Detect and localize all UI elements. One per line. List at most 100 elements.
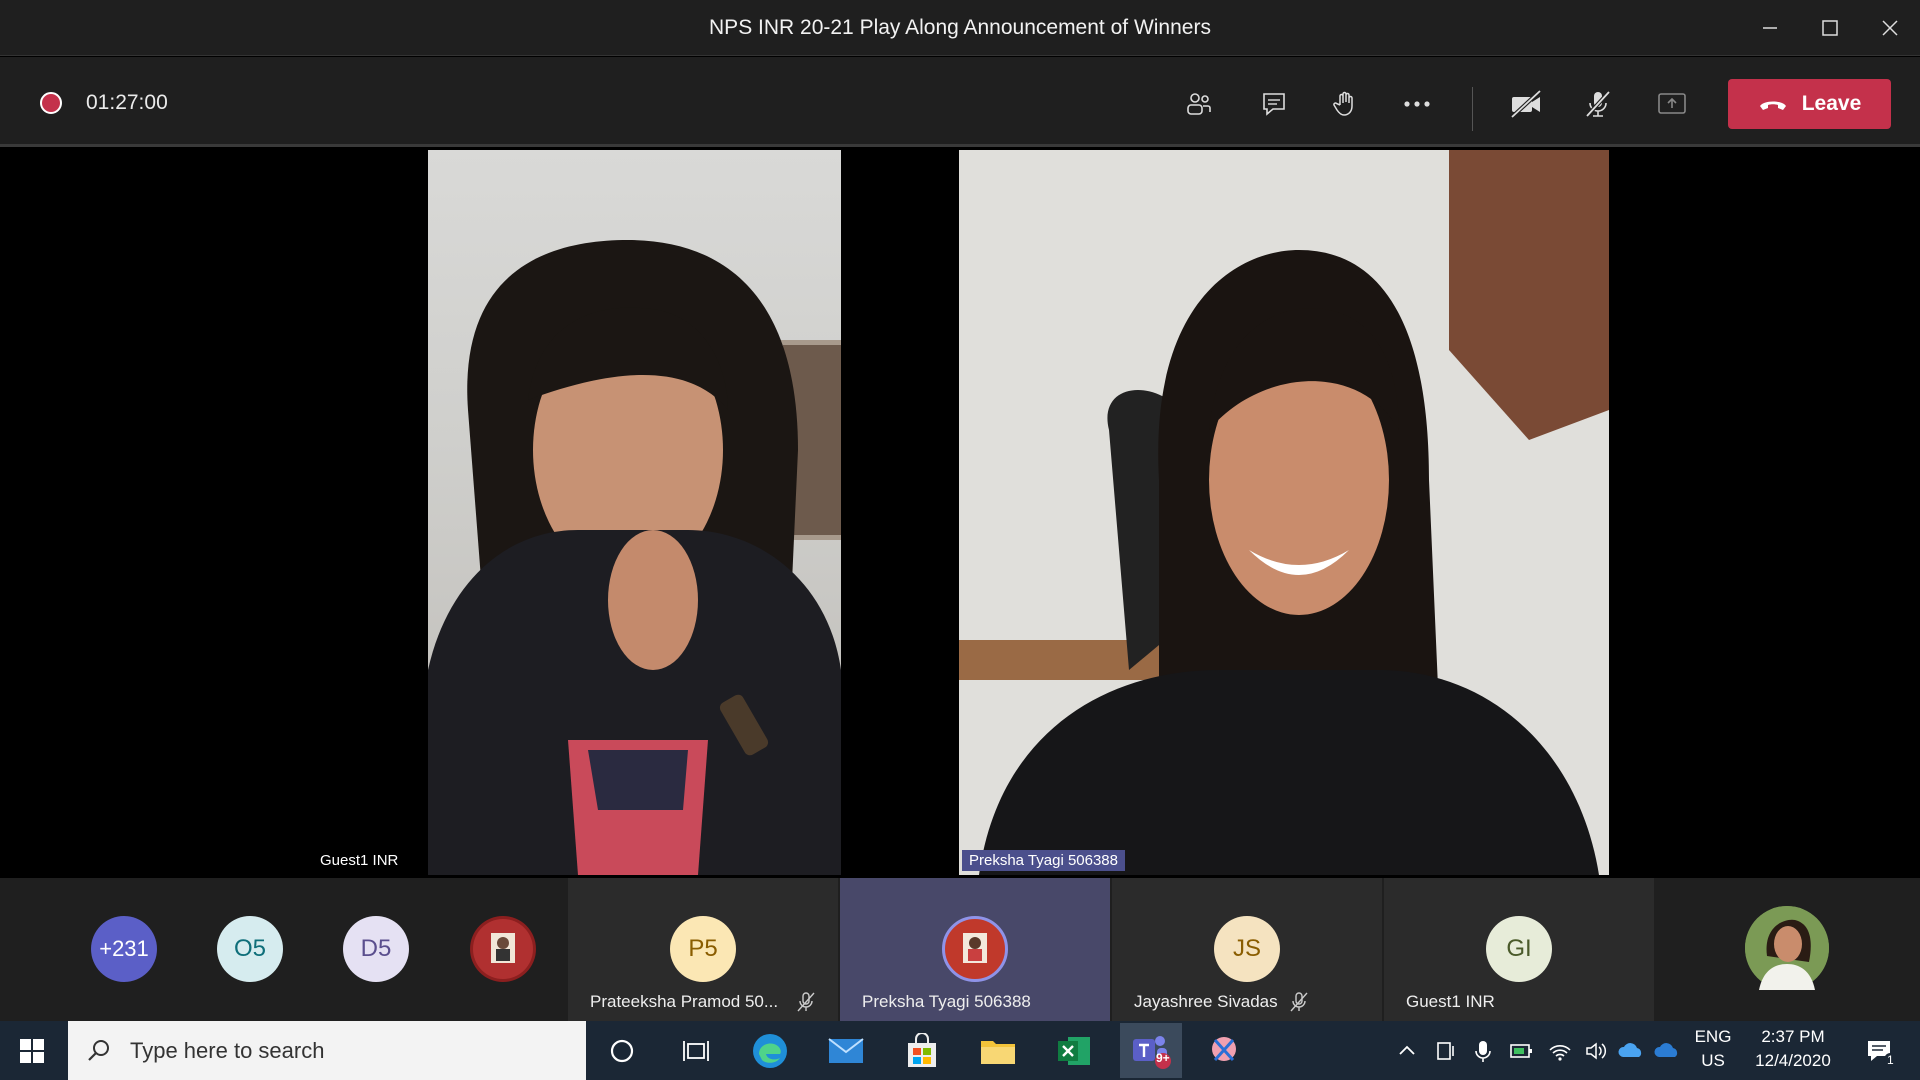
excel-app-button[interactable] bbox=[1054, 1031, 1094, 1071]
tray-battery-button[interactable] bbox=[1508, 1031, 1536, 1071]
participant-name: Jayashree Sivadas bbox=[1134, 992, 1278, 1011]
clock-date: 12/4/2020 bbox=[1755, 1051, 1831, 1070]
store-icon bbox=[908, 1033, 936, 1067]
participant-name: Preksha Tyagi 506388 bbox=[862, 992, 1031, 1011]
mic-off-icon bbox=[797, 992, 815, 1012]
video-name-label: Guest1 INR bbox=[320, 852, 399, 869]
search-placeholder: Type here to search bbox=[130, 1037, 325, 1063]
avatar: JS bbox=[1214, 916, 1280, 982]
mic-off-icon bbox=[1585, 90, 1611, 118]
show-hidden-icons-button[interactable] bbox=[1394, 1031, 1420, 1071]
chat-button[interactable] bbox=[1251, 81, 1297, 127]
video-name-label: Preksha Tyagi 506388 bbox=[962, 850, 1125, 871]
avatar: GI bbox=[1486, 916, 1552, 982]
edge-app-button[interactable] bbox=[750, 1031, 790, 1071]
participant-name: Prateeksha Pramod 50... bbox=[590, 992, 779, 1011]
region-code: US bbox=[1701, 1051, 1725, 1070]
avatar[interactable] bbox=[470, 916, 536, 982]
avatar bbox=[942, 916, 1008, 982]
window-controls bbox=[1740, 0, 1920, 56]
teams-app-button[interactable]: 9+ bbox=[1120, 1023, 1182, 1078]
excel-icon bbox=[1058, 1037, 1090, 1065]
participant-tile-active[interactable]: Preksha Tyagi 506388 bbox=[840, 878, 1110, 1021]
more-participants-button[interactable]: +231 bbox=[91, 916, 157, 982]
edge-icon bbox=[753, 1034, 787, 1068]
close-icon[interactable] bbox=[1860, 0, 1920, 56]
participant-video-feed bbox=[959, 150, 1609, 875]
tray-microphone-button[interactable] bbox=[1470, 1031, 1496, 1071]
windows-logo-icon bbox=[20, 1039, 44, 1063]
snip-tool-button[interactable] bbox=[1204, 1031, 1244, 1071]
task-view-icon bbox=[683, 1041, 709, 1061]
wifi-icon bbox=[1549, 1045, 1571, 1061]
microphone-icon bbox=[1475, 1041, 1491, 1062]
raise-hand-icon bbox=[1333, 91, 1353, 116]
task-view-button[interactable] bbox=[676, 1031, 716, 1071]
participant-tile[interactable]: P5 Prateeksha Pramod 50... bbox=[568, 878, 838, 1021]
meeting-toolbar: 01:27:00 Leave bbox=[0, 57, 1920, 147]
avatar: P5 bbox=[670, 916, 736, 982]
taskbar-search[interactable]: Type here to search bbox=[68, 1021, 586, 1080]
hang-up-icon bbox=[1759, 101, 1786, 110]
cortana-button[interactable] bbox=[602, 1031, 642, 1071]
chevron-up-icon bbox=[1399, 1045, 1415, 1055]
participant-video-feed bbox=[428, 240, 841, 875]
mic-toggle-button[interactable] bbox=[1575, 81, 1621, 127]
leave-button[interactable]: Leave bbox=[1728, 79, 1891, 129]
avatar[interactable]: O5 bbox=[217, 916, 283, 982]
self-avatar[interactable] bbox=[1745, 906, 1829, 990]
mail-app-button[interactable] bbox=[826, 1031, 866, 1071]
avatar[interactable]: D5 bbox=[343, 916, 409, 982]
maximize-icon[interactable] bbox=[1800, 0, 1860, 56]
minimize-icon[interactable] bbox=[1740, 0, 1800, 56]
notification-count: 1 bbox=[1884, 1053, 1897, 1067]
window-title: NPS INR 20-21 Play Along Announcement of… bbox=[709, 15, 1211, 39]
camera-off-icon bbox=[1510, 89, 1542, 119]
tray-volume-button[interactable] bbox=[1582, 1031, 1610, 1071]
video-stage: Guest1 INR Preksha Tyagi 506388 bbox=[0, 150, 1920, 875]
mail-icon bbox=[828, 1038, 864, 1063]
raise-hand-button[interactable] bbox=[1322, 81, 1368, 127]
teams-badge: 9+ bbox=[1156, 1051, 1170, 1065]
tray-onedrive-button[interactable] bbox=[1616, 1031, 1646, 1071]
more-options-icon bbox=[1404, 101, 1430, 107]
share-icon bbox=[1658, 93, 1686, 114]
recording-indicator-icon bbox=[40, 92, 62, 114]
search-icon bbox=[88, 1039, 109, 1061]
participant-video-2[interactable] bbox=[959, 150, 1609, 875]
store-app-button[interactable] bbox=[902, 1031, 942, 1071]
cortana-icon bbox=[610, 1039, 634, 1063]
more-options-button[interactable] bbox=[1394, 81, 1440, 127]
participant-tile[interactable]: GI Guest1 INR bbox=[1384, 878, 1654, 1021]
participant-tile[interactable]: JS Jayashree Sivadas bbox=[1112, 878, 1382, 1021]
camera-toggle-button[interactable] bbox=[1503, 81, 1549, 127]
share-button[interactable] bbox=[1649, 81, 1695, 127]
title-bar: NPS INR 20-21 Play Along Announcement of… bbox=[0, 0, 1920, 56]
onedrive-icon bbox=[1654, 1043, 1678, 1057]
onedrive-icon bbox=[1618, 1043, 1642, 1057]
participant-video-1[interactable] bbox=[428, 150, 841, 875]
mic-off-icon bbox=[1290, 992, 1308, 1012]
tray-onedrive-business-button[interactable] bbox=[1652, 1031, 1682, 1071]
file-explorer-button[interactable] bbox=[978, 1031, 1018, 1071]
clock[interactable]: 2:37 PM 12/4/2020 bbox=[1742, 1027, 1844, 1071]
folder-icon bbox=[981, 1041, 1015, 1064]
windows-taskbar: Type here to search 9+ ENG US 2:37 PM 12… bbox=[0, 1021, 1920, 1080]
meeting-timer: 01:27:00 bbox=[86, 91, 168, 114]
participants-button[interactable] bbox=[1176, 81, 1222, 127]
clock-time: 2:37 PM bbox=[1761, 1027, 1825, 1046]
participant-name: Guest1 INR bbox=[1406, 992, 1495, 1011]
participants-icon bbox=[1187, 93, 1211, 115]
start-button[interactable] bbox=[12, 1031, 52, 1071]
chat-icon bbox=[1263, 93, 1285, 116]
device-icon bbox=[1437, 1042, 1454, 1060]
toolbar-divider bbox=[1472, 87, 1473, 131]
tray-wifi-button[interactable] bbox=[1546, 1031, 1574, 1071]
snipping-tool-icon bbox=[1212, 1037, 1236, 1062]
profile-photo-icon bbox=[946, 920, 1004, 978]
input-language[interactable]: ENG US bbox=[1690, 1027, 1736, 1071]
profile-photo-icon bbox=[1745, 906, 1829, 990]
tray-device-button[interactable] bbox=[1432, 1031, 1458, 1071]
action-center-button[interactable]: 1 bbox=[1858, 1031, 1902, 1071]
language-code: ENG bbox=[1694, 1027, 1732, 1046]
